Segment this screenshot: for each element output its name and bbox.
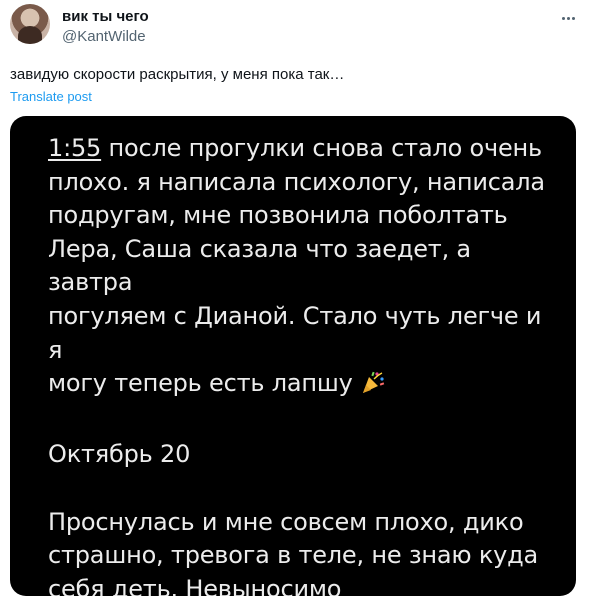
note-entry-1: после прогулки снова стало очень плохо. … [48,134,545,398]
party-popper-icon [360,369,386,405]
note-time: 1:55 [48,134,102,162]
tweet-media-image[interactable]: 1:55 после прогулки снова стало очень пл… [10,116,576,596]
note-entry-2: Проснулась и мне совсем плохо, дико стра… [48,507,539,596]
notes-text: 1:55 после прогулки снова стало очень пл… [48,132,558,596]
avatar[interactable] [10,4,50,44]
tweet-text: завидую скорости раскрытия, у меня пока … [10,66,345,83]
tweet-header: вик ты чего @KantWilde [10,4,580,48]
author-handle[interactable]: @KantWilde [62,28,146,45]
date-heading: Октябрь 20 [48,440,191,469]
translate-post-link[interactable]: Translate post [10,89,92,104]
more-options-icon[interactable] [556,8,580,28]
author-name[interactable]: вик ты чего [62,8,149,25]
